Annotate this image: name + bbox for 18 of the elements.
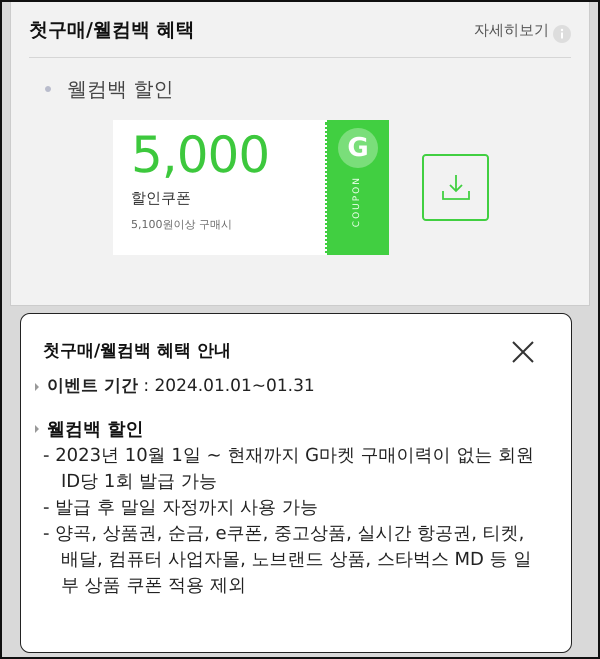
popup-title: 첫구매/웰컴백 혜택 안내 <box>43 340 232 364</box>
list-item: - 2023년 10월 1일 ~ 현재까지 G마켓 구매이력이 없는 회원 ID당 1회 발급 가능 <box>43 444 536 494</box>
coupon-label: COUPON <box>351 176 364 227</box>
list-item: - 발급 후 말일 자정까지 사용 가능 <box>43 496 319 520</box>
coupon-condition: 5,100원이상 구매시 <box>131 217 233 233</box>
list-item: - 양곡, 상품권, 순금, e쿠폰, 중고상품, 실시간 항공권, 티켓, 배달, 컴퓨터 사업자몰, 노브랜드 상품, 스타벅스 MD 등 일부 상품 쿠폰 적용 제외 <box>43 522 532 598</box>
coupon-amount: 5,000 <box>131 128 270 182</box>
coupon-logo: G <box>338 128 378 168</box>
panel-title: 첫구매/웰컴백 혜택 <box>29 18 195 43</box>
coupon-name: 할인쿠폰 <box>131 188 192 208</box>
details-link[interactable]: 자세히보기 <box>474 19 549 42</box>
triangle-icon <box>35 425 39 433</box>
list-heading: 웰컴백 할인 <box>47 418 144 442</box>
event-period: 이벤트 기간 : 2024.01.01~01.31 <box>47 375 315 398</box>
triangle-icon <box>35 382 39 391</box>
section-label: 웰컴백 할인 <box>67 76 174 102</box>
download-button[interactable] <box>422 154 489 220</box>
bullet-dot <box>45 86 51 92</box>
